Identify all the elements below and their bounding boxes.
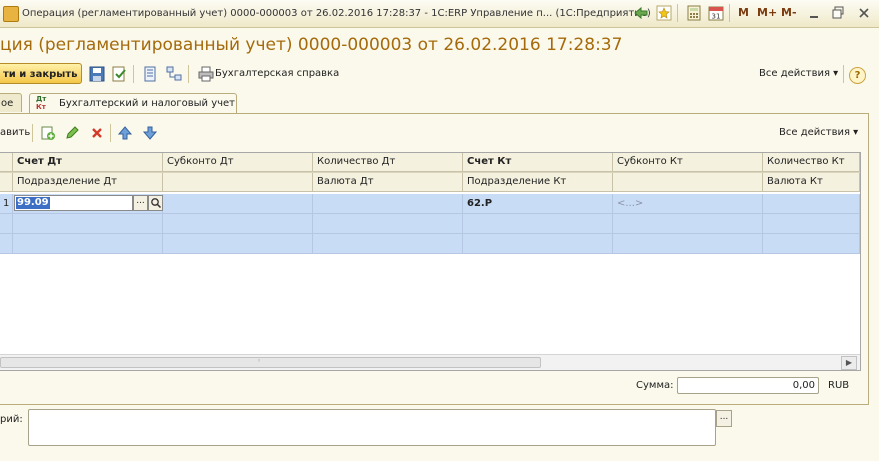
move-up-icon[interactable] [117,125,133,141]
subconto-kt-cell[interactable] [613,234,763,253]
subconto-kt-cell[interactable] [613,214,763,233]
row-cell[interactable] [13,234,163,253]
row-number: 1 [0,194,13,213]
post-icon[interactable] [111,66,127,82]
table-header-row: Счет Дт Субконто Дт Количество Дт Счет К… [0,153,860,172]
print-icon[interactable] [198,66,214,82]
svg-text:31: 31 [712,13,721,21]
structure-icon[interactable] [166,66,182,82]
memory-m-button[interactable]: M [738,6,749,19]
copy-row-icon[interactable] [40,125,56,141]
currency-kt-cell[interactable] [763,214,860,233]
navigate-icon[interactable] [633,5,649,21]
header-subconto-dt[interactable]: Субконто Дт [163,153,313,171]
department-dt-cell[interactable] [13,214,163,233]
dt-kt-icon: Дт Кт [36,95,47,111]
header-subconto-kt[interactable]: Субконто Кт [613,153,763,171]
app-icon [3,6,19,22]
row-cell [0,214,13,233]
row-cell[interactable] [763,234,860,253]
header-department-dt[interactable]: Подразделение Дт [13,173,163,191]
restore-icon[interactable] [830,5,846,21]
separator [188,65,189,83]
separator [133,65,134,83]
memory-plus-button[interactable]: M+ [757,6,777,19]
sum-field[interactable]: 0,00 [677,377,819,394]
select-button[interactable]: ... [133,195,148,211]
comment-field[interactable] [28,409,716,446]
document-title: ция (регламентированный учет) 0000-00000… [0,35,623,55]
header-quantity-dt[interactable]: Количество Дт [313,153,463,171]
subconto-dt-cell[interactable] [163,214,313,233]
header-department-kt[interactable]: Подразделение Кт [463,173,613,191]
tab-strip: ое Дт Кт Бухгалтерский и налоговый учет [0,93,879,114]
currency-dt-cell[interactable] [313,214,463,233]
account-kt-cell[interactable]: 62.Р [463,194,613,213]
accounting-report-button[interactable]: Бухгалтерская справка [215,68,339,79]
header-currency-dt[interactable]: Валюта Дт [313,173,463,191]
entries-table[interactable]: Счет Дт Субконто Дт Количество Дт Счет К… [0,152,861,371]
department-kt-cell[interactable] [463,214,613,233]
tab-label: ое [1,98,14,109]
all-actions-menu[interactable]: Все действия ▾ [759,68,838,79]
comment-label: рий: [0,414,23,425]
currency-label: RUB [828,380,850,391]
tab-accounting[interactable]: Дт Кт Бухгалтерский и налоговый учет [29,93,237,114]
row-cell[interactable] [313,234,463,253]
header-cell [0,173,13,191]
post-and-close-button[interactable]: ти и закрыть [0,63,82,84]
save-icon[interactable] [89,66,105,82]
close-icon[interactable] [856,5,872,21]
row-cell[interactable] [463,234,613,253]
header-currency-kt[interactable]: Валюта Кт [763,173,860,191]
header-empty-cell [613,173,763,191]
tab-label: Бухгалтерский и налоговый учет [59,98,236,109]
header-cell [0,153,13,171]
comment-select-button[interactable]: ... [716,410,732,427]
favorites-star-icon[interactable] [656,5,672,21]
add-row-button[interactable]: авить [0,127,30,138]
window-title: Операция (регламентированный учет) 0000-… [22,8,651,19]
memory-minus-button[interactable]: M- [781,6,797,19]
row-cell [0,234,13,253]
separator [32,124,33,142]
subconto-dt-cell[interactable] [163,194,313,213]
separator [677,4,678,22]
command-bar: ти и закрыть Бухгалтерская справка Все д… [0,62,879,86]
header-quantity-kt[interactable]: Количество Кт [763,153,860,171]
move-down-icon[interactable] [142,125,158,141]
quantity-dt-cell[interactable] [313,194,463,213]
search-icon[interactable] [148,195,163,211]
table-row[interactable]: 1 99.09 ... 62.Р <...> [0,194,860,214]
edit-pencil-icon[interactable] [64,125,80,141]
account-dt-value: 99.09 [16,197,50,209]
journal-icon[interactable] [142,66,158,82]
table-header-row: Подразделение Дт Валюта Дт Подразделение… [0,172,860,192]
table-all-actions-menu[interactable]: Все действия ▾ [779,127,858,138]
separator [110,124,111,142]
header-account-dt[interactable]: Счет Дт [13,153,163,171]
scroll-right-icon[interactable]: ▶ [841,356,857,370]
account-dt-input[interactable]: 99.09 [14,195,133,211]
delete-icon[interactable] [89,125,105,141]
tab-main[interactable]: ое [0,93,22,112]
scrollbar-thumb[interactable]: ◦ [0,357,541,368]
minimize-icon[interactable] [806,5,822,21]
header-account-kt[interactable]: Счет Кт [463,153,613,171]
separator [729,4,730,22]
help-button[interactable]: ? [849,67,866,84]
horizontal-scrollbar[interactable]: ◦ ▶ [0,354,860,370]
table-row-subline[interactable] [0,234,860,254]
subconto-kt-cell[interactable]: <...> [613,194,763,213]
sum-label: Сумма: [636,380,674,391]
calendar-icon[interactable]: 31 [708,5,724,21]
account-dt-cell[interactable]: 99.09 ... [13,194,163,213]
subconto-dt-cell[interactable] [163,234,313,253]
header-empty-cell [163,173,313,191]
window-title-bar: Операция (регламентированный учет) 0000-… [0,0,879,28]
table-row-subline[interactable] [0,214,860,234]
separator [843,65,844,83]
calculator-icon[interactable] [686,5,702,21]
quantity-kt-cell[interactable] [763,194,860,213]
